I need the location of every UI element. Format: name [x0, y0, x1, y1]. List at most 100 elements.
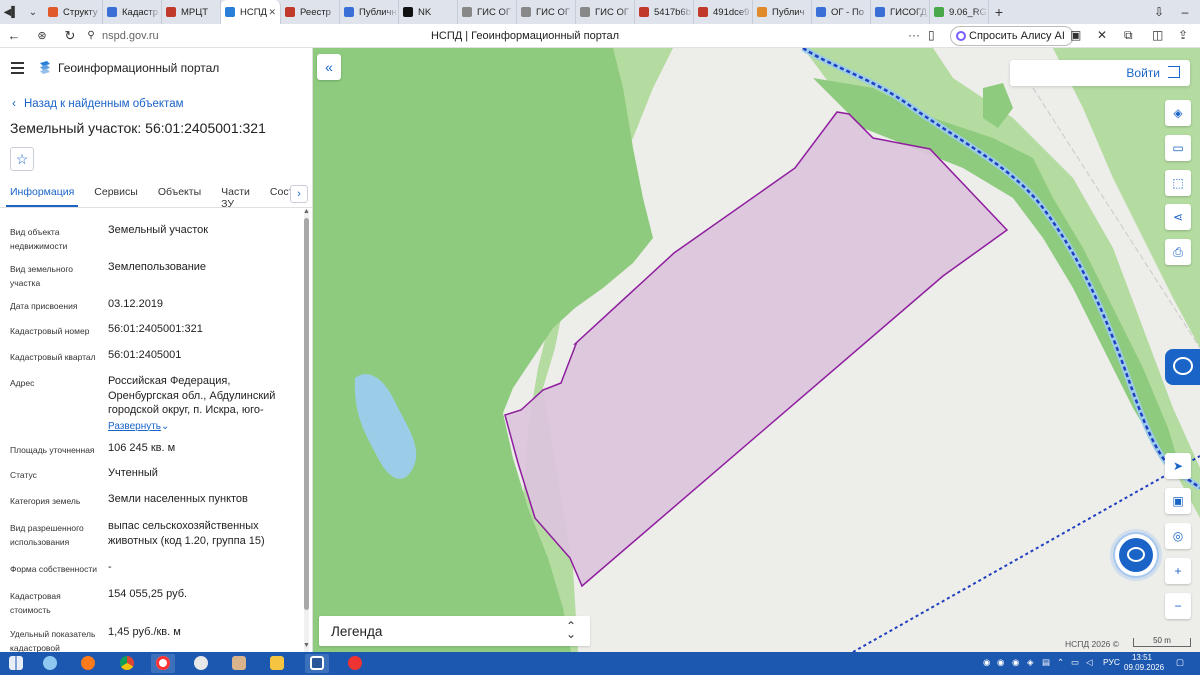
tab-fade [325, 0, 339, 24]
chat-assistant-button[interactable] [1119, 538, 1153, 572]
browser-tab[interactable]: МРЦТ [162, 0, 221, 24]
minimize-icon[interactable]: – [1172, 0, 1198, 24]
browser-tab[interactable]: 5417b6b [635, 0, 694, 24]
attribute-label: Статус [10, 470, 37, 480]
taskbar-app-cc[interactable] [189, 654, 213, 673]
browser-tab[interactable]: 491dce9 [694, 0, 753, 24]
browser-tab[interactable]: Кадастр [103, 0, 162, 24]
taskbar-app-yandex[interactable] [151, 654, 175, 673]
favicon-icon [757, 7, 767, 17]
legend-panel[interactable]: Легенда ⌃ ⌄ [319, 616, 590, 646]
taskbar-app-chrome[interactable] [115, 654, 139, 673]
browser-tab[interactable]: NK [399, 0, 458, 24]
browser-tab[interactable]: Публич [753, 0, 812, 24]
collapse-panel-button[interactable]: « [317, 54, 341, 80]
taskbar-app-firefox[interactable] [76, 654, 100, 673]
favicon-icon [225, 7, 235, 17]
extension-icon[interactable]: ▣ [1070, 28, 1081, 42]
scroll-up-icon[interactable]: ▲ [303, 208, 310, 215]
map-view[interactable]: « Войти ◈ ▭ ⬚ ⋖ ⎙ ➤ ▣ ◎ + − Легенда ⌃ ⌄ Н… [313, 48, 1200, 652]
extension-icon[interactable]: ◫ [1152, 28, 1163, 42]
measure-button[interactable]: ▭ [1165, 135, 1191, 161]
navigation-arrow-icon: ➤ [1172, 459, 1184, 473]
select-area-icon: ⬚ [1172, 176, 1184, 190]
tray-icon-3[interactable]: ◉ [1012, 657, 1019, 668]
browser-tab[interactable]: НСПД ✕ [221, 0, 281, 24]
attribute-value-text: 56:01:2405001:321 [108, 323, 203, 335]
attribute-value-text: 56:01:2405001 [108, 349, 182, 361]
more-icon[interactable]: ··· [908, 28, 920, 42]
tab-1[interactable]: Сервисы [94, 186, 138, 206]
tray-icon-4[interactable]: ◈ [1027, 657, 1034, 668]
start-button[interactable] [4, 654, 28, 673]
network-icon[interactable]: ▤ [1042, 657, 1050, 668]
zoom-in-button[interactable]: + [1165, 558, 1191, 584]
attribute-value-text: - [108, 561, 112, 573]
geolocation-button[interactable]: ◎ [1165, 523, 1191, 549]
taskbar-app-avatar[interactable] [227, 654, 251, 673]
bookmark-icon[interactable]: ▯ [928, 28, 935, 42]
scroll-down-icon[interactable]: ▼ [303, 642, 310, 649]
download-icon[interactable]: ⇩ [1146, 0, 1172, 24]
support-bubble-button[interactable] [1165, 349, 1200, 385]
taskbar-app-word[interactable] [305, 654, 329, 673]
scrollbar-thumb[interactable] [304, 218, 309, 610]
tools-icon[interactable]: ✕ [1097, 28, 1107, 42]
print-button[interactable]: ⎙ [1165, 239, 1191, 265]
favorite-star-button[interactable]: ☆ [10, 147, 34, 171]
share-icon[interactable]: ⇪ [1178, 28, 1188, 42]
attribute-value-text: 106 245 кв. м [108, 442, 176, 454]
attribute-label: Площадь уточненная [10, 445, 95, 455]
new-tab-button[interactable]: + [989, 4, 1009, 20]
browser-tab[interactable]: ГИС ОГ [576, 0, 635, 24]
browser-tab[interactable]: ГИС ОГ [458, 0, 517, 24]
map-canvas[interactable] [313, 48, 1200, 652]
close-tab-icon[interactable]: ✕ [268, 7, 276, 18]
tray-icon-1[interactable]: ◉ [983, 657, 990, 668]
tabs-next-button[interactable]: › [290, 185, 308, 203]
alice-button[interactable]: Спросить Алису AI [950, 26, 1074, 46]
battery-icon[interactable]: ▭ [1071, 657, 1079, 668]
tab-0[interactable]: Информация [5, 186, 79, 207]
attribute-label: Форма собственности [10, 564, 97, 574]
tray-icon-2[interactable]: ◉ [997, 657, 1004, 668]
favicon-icon [875, 7, 885, 17]
layers-button[interactable]: ◈ [1165, 100, 1191, 126]
login-icon [1168, 66, 1180, 78]
browser-tab[interactable]: ГИСОГД [871, 0, 930, 24]
basemap-button[interactable]: ▣ [1165, 488, 1191, 514]
taskbar-app-remote[interactable] [343, 654, 367, 673]
tab-2[interactable]: Объекты [158, 186, 201, 206]
tab-3[interactable]: Части ЗУ [221, 186, 250, 210]
browser-tab[interactable]: 9.06_RG [930, 0, 989, 24]
back-to-results-link[interactable]: ‹ Назад к найденным объектам [12, 96, 184, 110]
zoom-out-button[interactable]: − [1165, 593, 1191, 619]
language-indicator[interactable]: РУС [1103, 657, 1120, 667]
puzzle-icon[interactable]: ⧉ [1124, 28, 1133, 43]
browser-tab[interactable]: ГИС ОГ [517, 0, 576, 24]
attribute-value-text: 03.12.2019 [108, 298, 164, 310]
expand-label: Развернуть [108, 420, 162, 432]
sidebar-toggle-icon[interactable]: ◀▌ [0, 0, 22, 24]
location-pin-icon: ◎ [1172, 529, 1184, 543]
browser-tab[interactable]: Публичн [340, 0, 399, 24]
yandex-browser-icon [156, 656, 170, 670]
system-clock[interactable]: 13:51 09.09.2026 [1124, 653, 1164, 673]
notifications-icon[interactable]: ▢ [1176, 657, 1184, 668]
login-button[interactable]: Войти [1010, 60, 1190, 86]
browser-tab[interactable]: Структу [44, 0, 103, 24]
expand-address-link[interactable]: Развернуть⌄ [108, 419, 288, 435]
browser-tab[interactable]: Реестр [281, 0, 340, 24]
share-map-button[interactable]: ⋖ [1165, 204, 1191, 230]
taskbar-app-explorer[interactable] [265, 654, 289, 673]
volume-icon[interactable]: ◁ [1086, 657, 1093, 668]
menu-icon[interactable] [11, 62, 24, 77]
tab-list-icon[interactable]: ⌄ [22, 0, 44, 24]
browser-tab[interactable]: ОГ - По [812, 0, 871, 24]
my-location-button[interactable]: ➤ [1165, 453, 1191, 479]
taskbar-app-chat[interactable] [38, 654, 62, 673]
chevron-right-icon: › [297, 188, 301, 200]
attribute-label: Адрес [10, 378, 35, 388]
select-area-button[interactable]: ⬚ [1165, 170, 1191, 196]
show-hidden-icons[interactable]: ⌃ [1057, 657, 1064, 668]
